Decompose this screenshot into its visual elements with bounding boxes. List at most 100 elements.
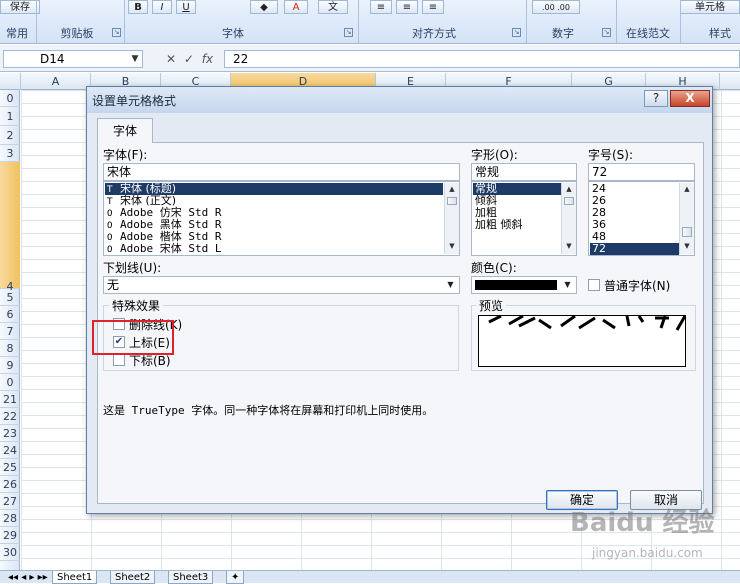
group-label-styles: 样式 [709,27,731,40]
watermark-brand: Baidu 经验 [570,508,715,538]
row-header[interactable]: 24 [0,442,20,459]
formula-bar: D14 ▼ ✕ ✓ fx 22 [0,45,740,72]
list-item[interactable]: O Adobe 宋体 Std L [105,243,221,256]
ribbon-left-fragment[interactable]: 保存 [0,0,40,14]
row-header-selected[interactable]: 4 [0,162,20,293]
group-separator [680,0,681,44]
font-color-button[interactable]: A [284,0,308,14]
sheet-tab[interactable]: Sheet3 [168,571,214,584]
underline-select[interactable]: 无 ▼ [103,276,460,294]
phonetic-button[interactable]: 文 [318,0,348,14]
size-input[interactable]: 72 [588,163,695,181]
insert-function-icon[interactable]: fx [202,52,213,66]
font-listbox[interactable]: T 宋体 (标题) T 宋体 (正文) O Adobe 仿宋 Std R O Adobe… [103,181,460,256]
font-info-note: 这是 TrueType 字体。同一种字体将在屏幕和打印机上同时使用。 [103,404,434,417]
alignment-launcher-icon[interactable]: ↘ [512,28,521,37]
row-header[interactable]: 6 [0,306,20,323]
row-header[interactable]: 29 [0,527,20,544]
number-launcher-icon[interactable]: ↘ [602,28,611,37]
scroll-thumb[interactable] [682,227,692,237]
dialog-titlebar[interactable]: 设置单元格格式 ? X [87,87,712,113]
superscript-highlight-box [92,320,174,355]
clipboard-launcher-icon[interactable]: ↘ [112,28,121,37]
sheet-tab[interactable]: Sheet1 [52,571,98,584]
group-label-font: 字体 [222,27,244,40]
subscript-checkbox[interactable] [113,354,125,366]
normal-font-checkbox[interactable] [588,279,600,291]
row-header[interactable]: 9 [0,357,20,374]
formula-buttons: ✕ ✓ fx [146,50,222,68]
row-header[interactable]: 2 [0,126,20,145]
italic-button[interactable]: I [152,0,172,14]
list-item[interactable]: 加粗 倾斜 [473,219,523,231]
scroll-up-icon[interactable]: ▲ [445,183,459,196]
row-header[interactable]: 3 [0,145,20,162]
row-header[interactable]: 7 [0,323,20,340]
scroll-down-icon[interactable]: ▼ [680,240,694,253]
color-select[interactable]: ▼ [471,276,577,294]
close-button[interactable]: X [670,90,710,107]
style-scrollbar[interactable]: ▲ ▼ [561,183,576,254]
underline-label: 下划线(U): [103,261,162,275]
row-header[interactable]: 27 [0,493,20,510]
align-left-icon[interactable]: ≡ [370,0,392,14]
size-scrollbar[interactable]: ▲ ▼ [679,183,694,254]
group-label-common: 常用 [6,27,28,40]
group-separator [124,0,125,44]
row-header[interactable]: 25 [0,459,20,476]
style-listbox[interactable]: 常规 倾斜 加粗 加粗 倾斜 ▲ ▼ [471,181,577,256]
preview-title: 预览 [476,297,507,314]
chevron-down-icon[interactable]: ▼ [444,278,457,292]
chevron-down-icon[interactable]: ▼ [561,278,574,292]
enter-icon[interactable]: ✓ [184,52,194,66]
fill-color-button[interactable]: ◆ [250,0,278,14]
align-right-icon[interactable]: ≡ [422,0,444,14]
font-input[interactable]: 宋体 [103,163,460,181]
sheet-tab[interactable]: Sheet2 [110,571,156,584]
scroll-down-icon[interactable]: ▼ [445,240,459,253]
row-header[interactable]: 30 [0,544,20,561]
tab-nav-icons[interactable]: ◂◂ ◂ ▸ ▸▸ [4,571,52,584]
row-header[interactable]: 22 [0,408,20,425]
tab-font[interactable]: 字体 [97,118,153,143]
font-launcher-icon[interactable]: ↘ [344,28,353,37]
list-item[interactable]: 72 [590,243,679,255]
row-header[interactable]: 0 [0,90,20,107]
row-header[interactable]: 28 [0,510,20,527]
name-box[interactable]: D14 [3,50,143,68]
group-separator [36,0,37,44]
cancel-icon[interactable]: ✕ [166,52,176,66]
row-header[interactable]: 5 [0,289,20,306]
row-header[interactable]: 0 [0,374,20,391]
name-box-dropdown-icon[interactable]: ▼ [127,50,143,68]
group-separator [616,0,617,44]
baidu-watermark: Baidu 经验 jingyan.baidu.com [556,496,738,576]
column-header[interactable]: A [21,73,91,90]
style-input[interactable]: 常规 [471,163,577,181]
bold-button[interactable]: B [128,0,148,14]
insert-sheet-icon[interactable]: ✦ [226,571,245,584]
group-label-alignment: 对齐方式 [412,27,456,40]
scroll-thumb[interactable] [564,197,574,205]
scroll-up-icon[interactable]: ▲ [562,183,576,196]
cell-styles-button[interactable]: 单元格 [680,0,740,14]
scroll-up-icon[interactable]: ▲ [680,183,694,196]
align-center-icon[interactable]: ≡ [396,0,418,14]
scroll-down-icon[interactable]: ▼ [562,240,576,253]
help-button[interactable]: ? [644,90,668,107]
font-label: 字体(F): [103,148,148,162]
row-header[interactable]: 1 [0,107,20,126]
scroll-thumb[interactable] [447,197,457,205]
row-headers: 0 1 2 3 4 5 6 7 8 9 0 21 22 23 24 25 26 … [0,90,20,570]
row-header[interactable]: 26 [0,476,20,493]
formula-input[interactable]: 22 [224,50,740,68]
row-header[interactable]: 23 [0,425,20,442]
size-listbox[interactable]: 24 26 28 36 48 72 ▲ ▼ [588,181,695,256]
font-scrollbar[interactable]: ▲ ▼ [444,183,459,254]
underline-button[interactable]: U [176,0,196,14]
select-all-corner[interactable] [0,73,21,90]
row-header[interactable]: 21 [0,391,20,408]
row-header[interactable]: 8 [0,340,20,357]
watermark-url: jingyan.baidu.com [592,546,703,560]
decimal-buttons[interactable]: .00 .00 [532,0,580,14]
